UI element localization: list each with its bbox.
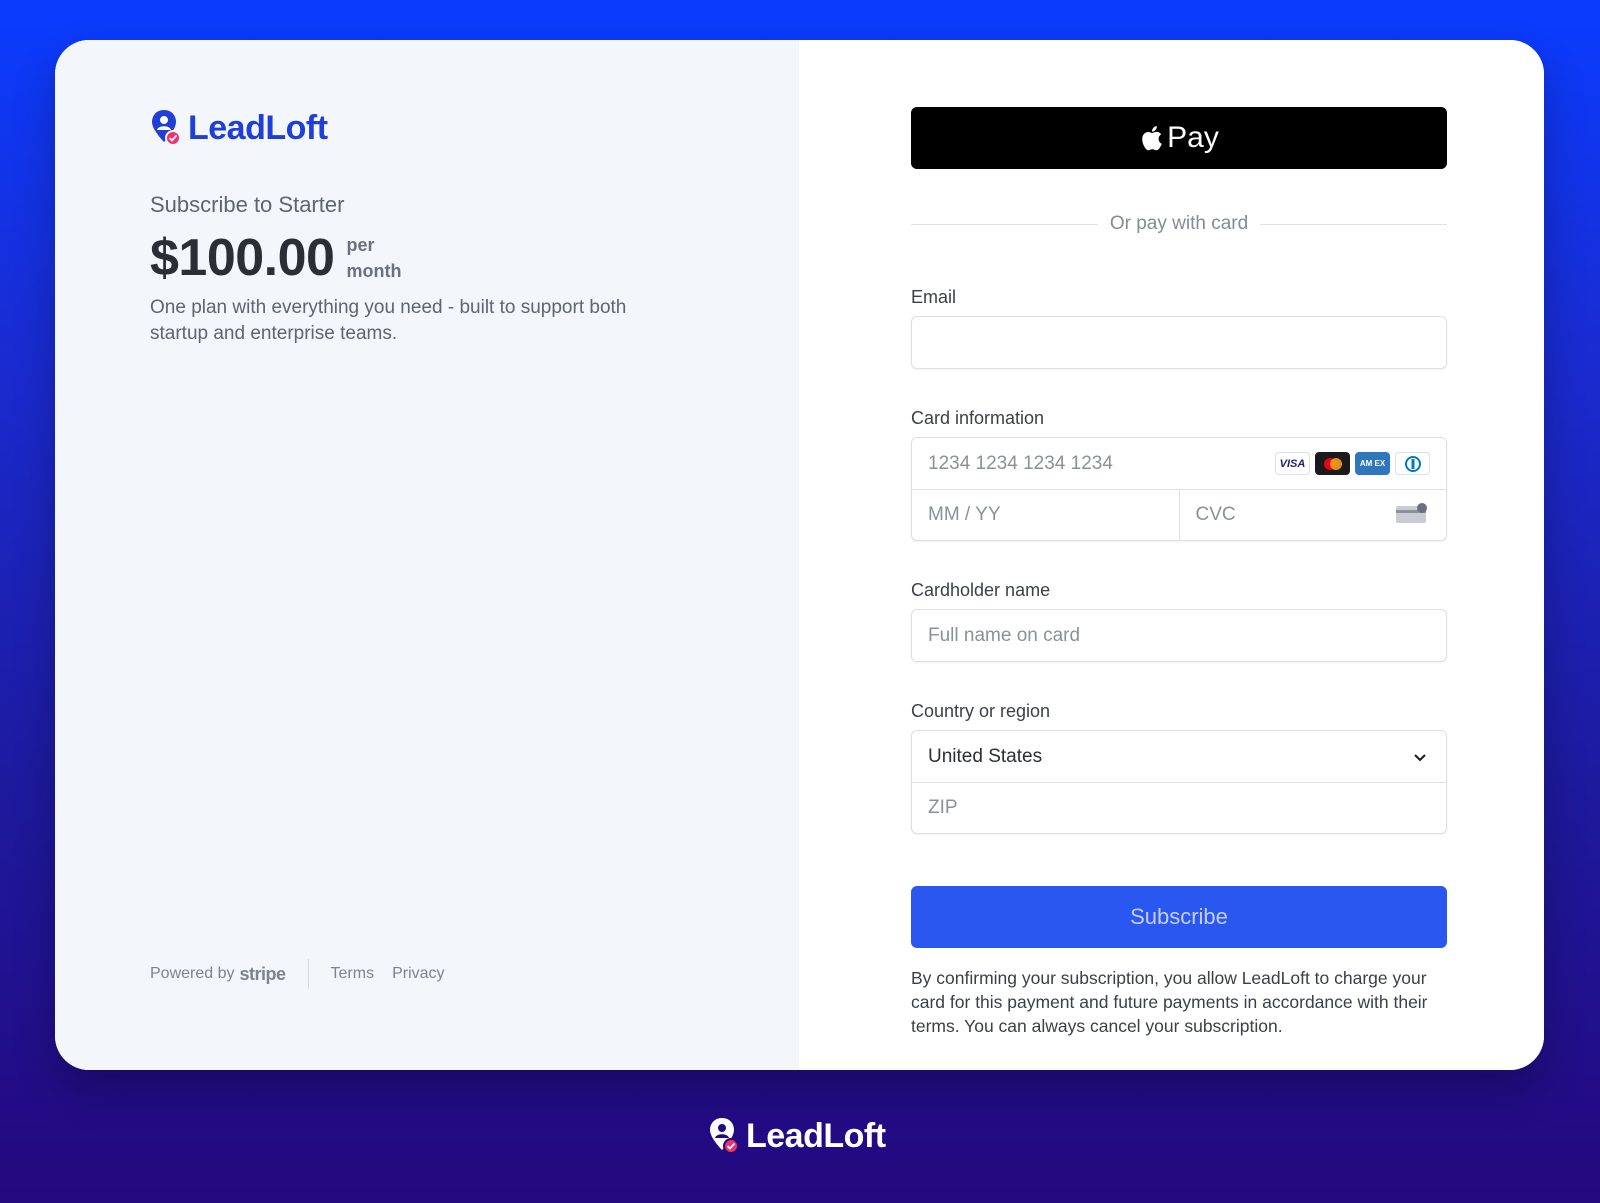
country-label: Country or region	[911, 701, 1051, 721]
divider-line-right	[1260, 223, 1448, 225]
address-group: United States ZIP	[911, 730, 1447, 834]
country-select[interactable]: United States	[912, 731, 1446, 782]
card-number-input[interactable]: 1234 1234 1234 1234 VISA AM EX	[912, 438, 1446, 489]
cvc-card-icon	[1396, 503, 1427, 523]
period-line-2: month	[346, 261, 402, 281]
logo-pin-icon	[152, 110, 180, 146]
chevron-down-icon	[1414, 754, 1426, 762]
plan-description: One plan with everything you need - buil…	[150, 297, 627, 344]
payment-panel: Pay Or pay with card Email Card informat…	[799, 40, 1544, 1070]
expiry-input[interactable]: MM / YY	[912, 490, 1179, 540]
diners-icon	[1395, 452, 1430, 475]
card-info-group: 1234 1234 1234 1234 VISA AM EX MM / YY C…	[911, 437, 1447, 541]
payment-form: Pay Or pay with card Email Card informat…	[911, 107, 1448, 1038]
apple-pay-button[interactable]: Pay	[911, 107, 1447, 169]
footer-divider	[307, 959, 309, 989]
plan-period: per month	[346, 232, 401, 284]
card-number-placeholder: 1234 1234 1234 1234	[928, 452, 1113, 474]
cvc-input[interactable]: CVC	[1178, 490, 1447, 540]
terms-link[interactable]: Terms	[331, 965, 375, 983]
email-field[interactable]	[911, 316, 1447, 369]
cardholder-label: Cardholder name	[911, 580, 1051, 600]
legal-text: By confirming your subscription, you all…	[911, 968, 1428, 1036]
email-label: Email	[911, 287, 957, 307]
card-info-label: Card information	[911, 408, 1045, 428]
plan-subtitle: Subscribe to Starter	[150, 192, 345, 217]
amex-icon: AM EX	[1355, 452, 1390, 475]
apple-icon	[1142, 126, 1162, 151]
footer-brand-logo: LeadLoft	[708, 1116, 886, 1156]
zip-placeholder: ZIP	[928, 797, 958, 818]
divider-text: Or pay with card	[1109, 213, 1249, 234]
expiry-placeholder: MM / YY	[928, 504, 1001, 525]
card-expiry-cvc-row: MM / YY CVC	[912, 489, 1446, 540]
stripe-footer: Powered by stripe Terms Privacy	[150, 959, 463, 989]
country-value: United States	[928, 745, 1043, 767]
mastercard-icon	[1315, 452, 1350, 475]
zip-input[interactable]: ZIP	[912, 782, 1446, 833]
stripe-link[interactable]: stripe	[240, 964, 287, 985]
powered-by-text: Powered by	[150, 965, 235, 982]
checkout-card: LeadLoft Subscribe to Starter $100.00 pe…	[55, 40, 1544, 1070]
brand-name: LeadLoft	[188, 108, 328, 147]
footer-brand-name: LeadLoft	[746, 1116, 886, 1155]
plan-price: $100.00	[150, 229, 335, 287]
privacy-link[interactable]: Privacy	[392, 965, 444, 983]
brand-logo: LeadLoft	[150, 108, 328, 148]
cvc-placeholder: CVC	[1195, 504, 1236, 525]
visa-icon: VISA	[1275, 452, 1310, 475]
cardholder-name-input[interactable]: Full name on card	[911, 609, 1447, 662]
or-divider: Or pay with card	[911, 213, 1448, 235]
card-brands: VISA AM EX	[1275, 452, 1430, 475]
price-row: $100.00 per month	[150, 228, 401, 288]
divider-line-left	[911, 223, 1098, 225]
cardholder-placeholder: Full name on card	[928, 624, 1081, 646]
period-line-1: per	[346, 235, 375, 255]
apple-pay-label: Pay	[1167, 121, 1219, 154]
logo-pin-icon	[710, 1118, 738, 1154]
plan-summary-panel: LeadLoft Subscribe to Starter $100.00 pe…	[55, 40, 799, 1070]
subscribe-button[interactable]: Subscribe	[911, 886, 1447, 948]
